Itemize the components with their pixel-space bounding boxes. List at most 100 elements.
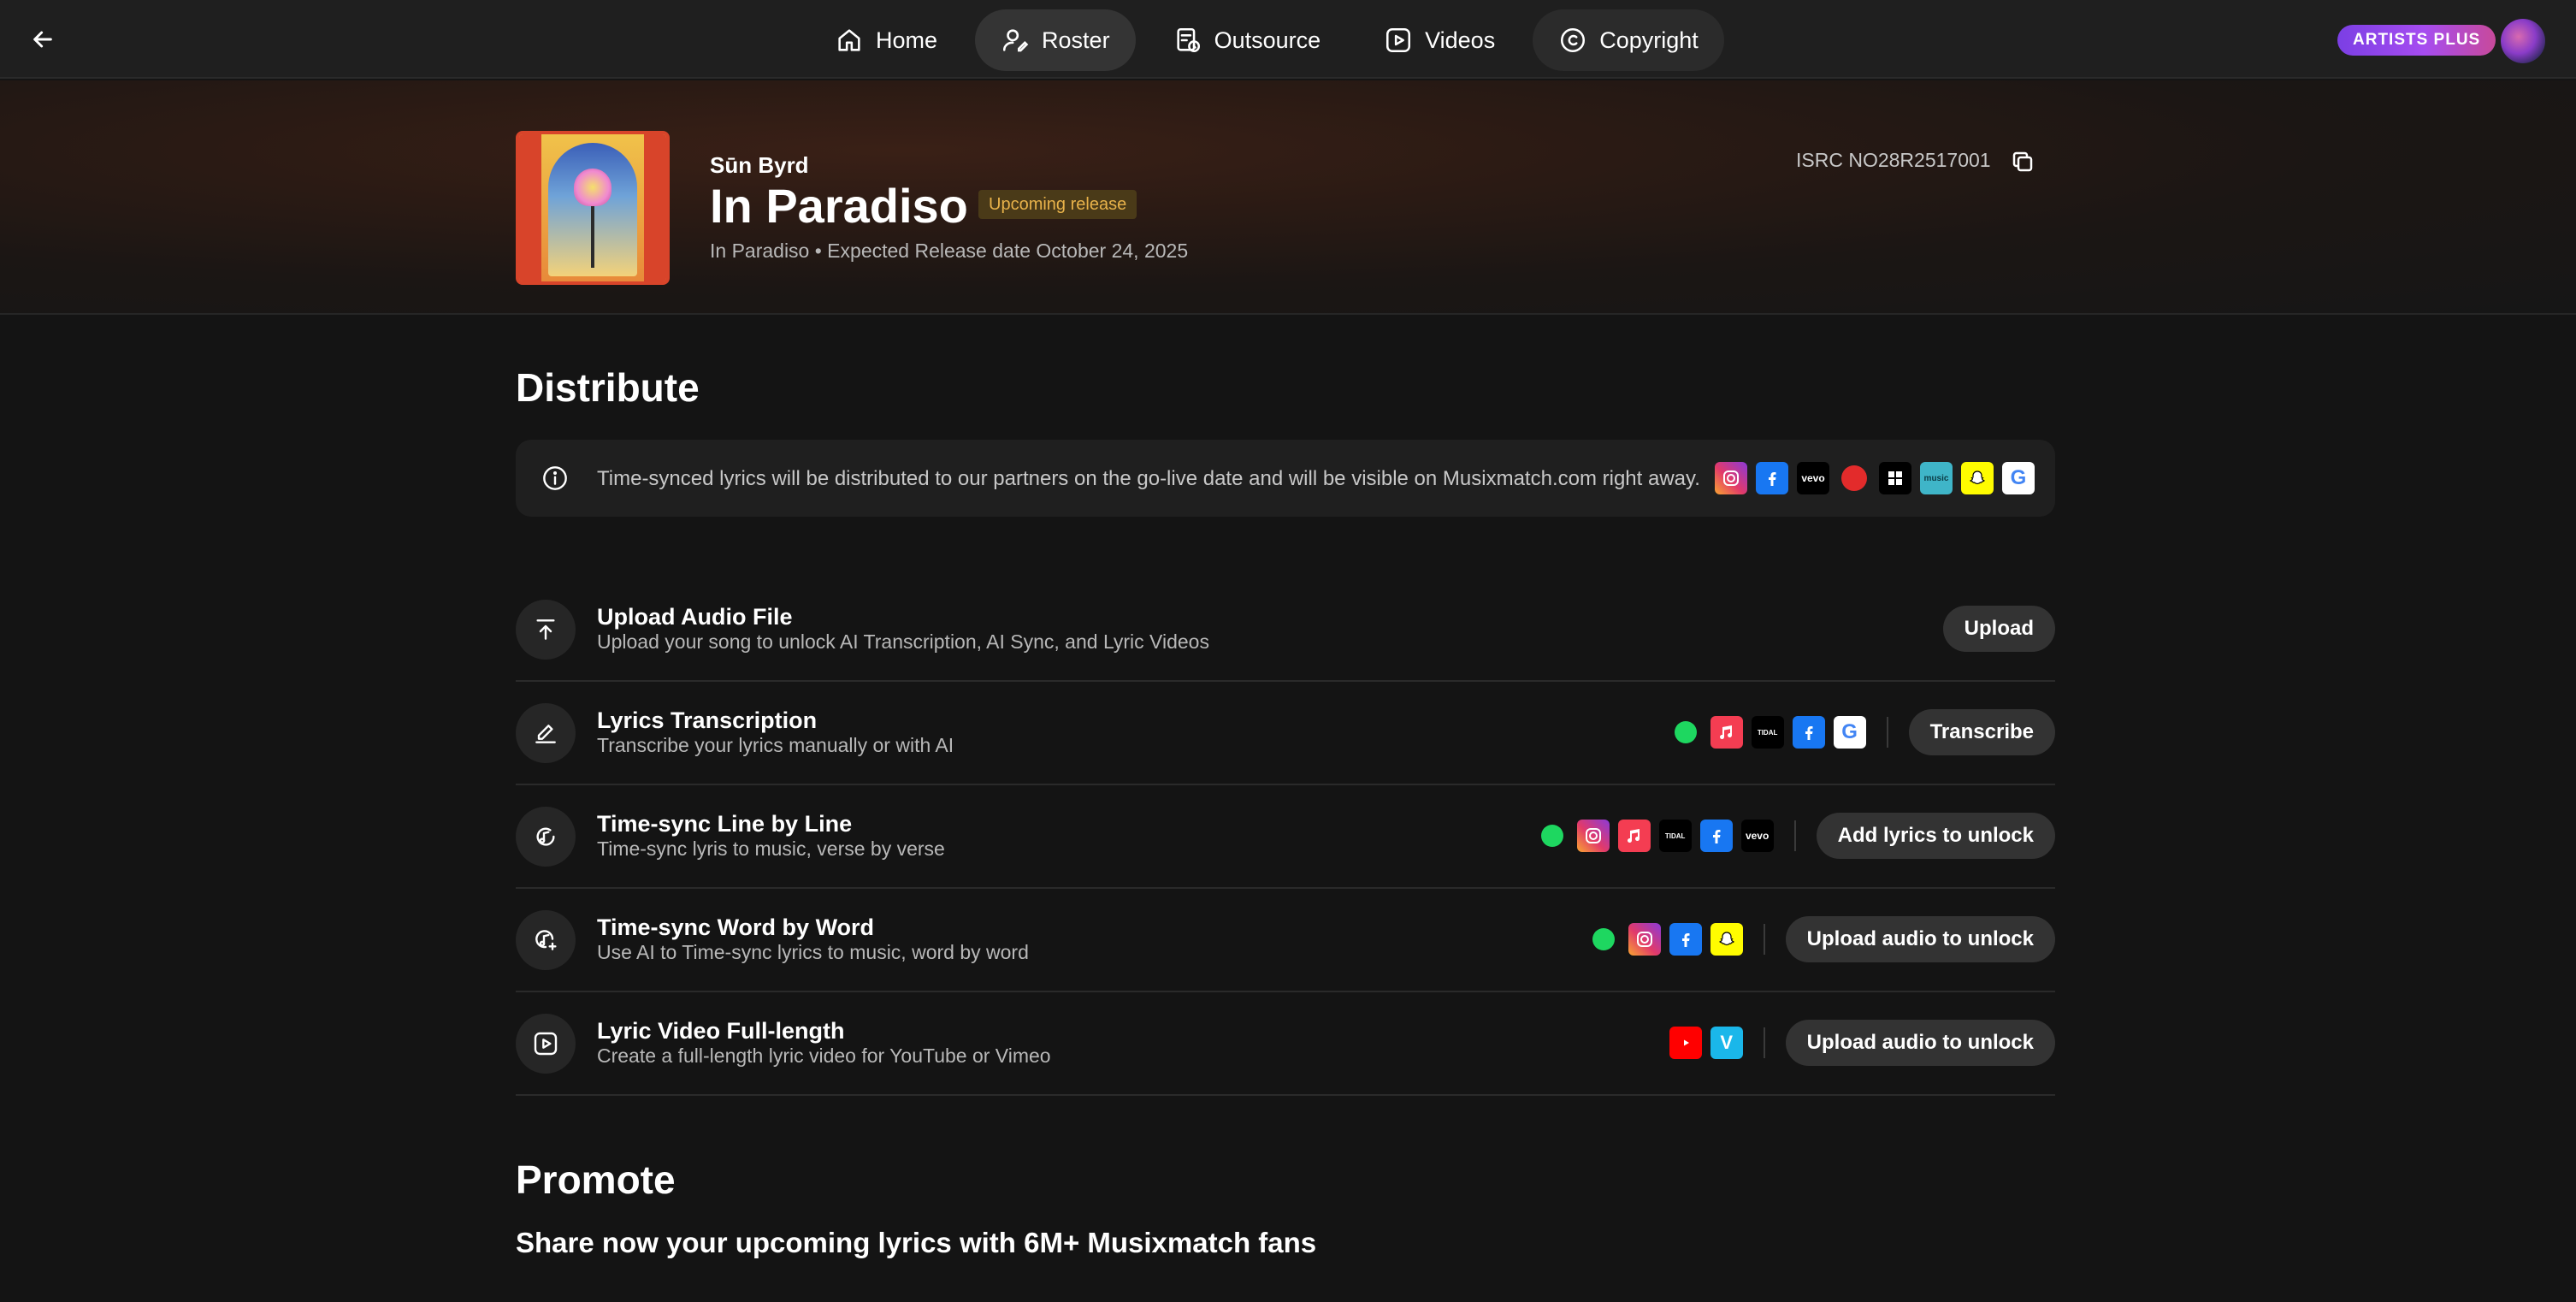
- release-meta: In Paradiso • Expected Release date Octo…: [710, 240, 1189, 262]
- tab-outsource-label: Outsource: [1214, 27, 1321, 53]
- row-actions: Upload audio to unlock: [1587, 916, 2055, 962]
- add-lyrics-to-unlock-button[interactable]: Add lyrics to unlock: [1816, 813, 2055, 859]
- google-icon: G: [1833, 716, 1866, 749]
- user-edit-icon: [1003, 29, 1029, 52]
- transcribe-button[interactable]: Transcribe: [1908, 709, 2055, 755]
- facebook-icon: [1756, 462, 1788, 494]
- spotify-icon: [1536, 820, 1569, 852]
- tab-copyright-label: Copyright: [1599, 27, 1699, 53]
- track-header: Sūn Byrd In Paradiso Upcoming release In…: [0, 80, 2576, 315]
- avatar[interactable]: [2501, 19, 2545, 63]
- tab-home-label: Home: [876, 27, 938, 53]
- back-button[interactable]: [26, 22, 60, 56]
- divider: [1763, 924, 1765, 955]
- vimeo-icon: V: [1710, 1027, 1743, 1059]
- row-actions: TIDAL vevo Add lyrics to unlock: [1536, 813, 2055, 859]
- row-title: Time-sync Line by Line: [597, 811, 853, 837]
- row-subtitle: Transcribe your lyrics manually or with …: [597, 734, 954, 756]
- facebook-icon: [1792, 716, 1825, 749]
- tab-outsource[interactable]: Outsource: [1148, 9, 1347, 71]
- upload-audio-to-unlock-button[interactable]: Upload audio to unlock: [1785, 916, 2055, 962]
- video-play-icon: [534, 1032, 558, 1056]
- video-play-icon-wrapper: [516, 1014, 576, 1074]
- isrc-code: ISRC NO28R2517001: [1796, 149, 1991, 171]
- row-title: Upload Audio File: [597, 604, 793, 630]
- instagram-icon: [1576, 820, 1610, 852]
- upload-icon-wrapper: [516, 600, 576, 660]
- tidal-icon: TIDAL: [1751, 716, 1784, 749]
- list-item: Time-sync Line by Line Time-sync lyris t…: [516, 785, 2055, 889]
- row-title: Time-sync Word by Word: [597, 914, 875, 940]
- artists-plus-badge[interactable]: ARTISTS PLUS: [2337, 25, 2496, 56]
- document-clock-icon: [1176, 27, 1200, 53]
- spotify-icon: [1669, 716, 1702, 749]
- amazon-music-icon: music: [1920, 462, 1953, 494]
- tidal-icon: TIDAL: [1658, 820, 1692, 852]
- list-item: Lyric Video Full-length Create a full-le…: [516, 992, 2055, 1096]
- youtube-music-icon: [1838, 462, 1870, 494]
- tab-roster-label: Roster: [1042, 27, 1110, 53]
- upload-icon: [536, 619, 555, 640]
- cover-side-strip: [644, 134, 666, 281]
- tab-videos[interactable]: Videos: [1358, 9, 1521, 71]
- nav-tabs: Home Roster Outsource Videos Copyright: [809, 9, 1724, 71]
- music-sync-icon: [536, 827, 555, 846]
- distribution-info-banner: Time-synced lyrics will be distributed t…: [516, 440, 2055, 517]
- apple-music-icon: [1617, 820, 1651, 852]
- music-sync-icon-wrapper: [516, 807, 576, 867]
- row-title: Lyrics Transcription: [597, 707, 818, 733]
- row-subtitle: Time-sync lyris to music, verse by verse: [597, 837, 945, 860]
- status-badge: Upcoming release: [978, 190, 1137, 219]
- distribution-info-text: Time-synced lyrics will be distributed t…: [597, 467, 1700, 490]
- google-icon: G: [2002, 462, 2035, 494]
- tab-roster[interactable]: Roster: [975, 9, 1136, 71]
- upload-button[interactable]: Upload: [1942, 606, 2055, 652]
- apple-music-icon: [1710, 716, 1743, 749]
- pen-icon-wrapper: [516, 703, 576, 763]
- snapchat-icon: [1710, 923, 1743, 956]
- promote-heading: Promote: [516, 1157, 676, 1202]
- row-subtitle: Use AI to Time-sync lyrics to music, wor…: [597, 941, 1029, 963]
- top-navigation: Home Roster Outsource Videos Copyright A…: [0, 0, 2576, 79]
- instagram-icon: [1628, 923, 1661, 956]
- tab-copyright[interactable]: Copyright: [1533, 9, 1724, 71]
- divider: [1886, 717, 1888, 748]
- album-cover: [516, 131, 670, 285]
- copyright-icon: [1561, 27, 1586, 53]
- facebook-icon: [1699, 820, 1733, 852]
- track-title: In Paradiso: [710, 179, 968, 233]
- upload-audio-to-unlock-button[interactable]: Upload audio to unlock: [1785, 1020, 2055, 1066]
- list-item: Time-sync Word by Word Use AI to Time-sy…: [516, 889, 2055, 992]
- tab-home[interactable]: Home: [809, 9, 963, 71]
- row-title: Lyric Video Full-length: [597, 1018, 845, 1044]
- vevo-icon: vevo: [1797, 462, 1829, 494]
- youtube-icon: [1669, 1027, 1702, 1059]
- tab-videos-label: Videos: [1425, 27, 1496, 53]
- spotify-icon: [1587, 923, 1620, 956]
- pen-icon: [535, 725, 556, 743]
- row-actions: Upload: [1942, 606, 2055, 652]
- divider: [1793, 820, 1796, 851]
- distribution-steps: Upload Audio File Upload your song to un…: [516, 578, 2055, 1096]
- cover-flower: [574, 169, 612, 206]
- arrow-left-icon: [33, 31, 52, 48]
- copy-icon: [2012, 151, 2033, 172]
- video-play-icon: [1386, 27, 1411, 53]
- copy-isrc-button[interactable]: [2010, 149, 2035, 175]
- music-ai-icon-wrapper: [516, 910, 576, 970]
- cover-stem: [591, 206, 594, 268]
- artist-name[interactable]: Sūn Byrd: [710, 152, 809, 179]
- cover-side-strip: [519, 134, 541, 281]
- promote-subtitle: Share now your upcoming lyrics with 6M+ …: [516, 1227, 1317, 1258]
- vevo-icon: vevo: [1740, 820, 1774, 852]
- row-subtitle: Create a full-length lyric video for You…: [597, 1045, 1051, 1067]
- divider: [1763, 1027, 1765, 1058]
- instagram-icon: [1715, 462, 1747, 494]
- list-item: Upload Audio File Upload your song to un…: [516, 578, 2055, 682]
- music-ai-icon: [535, 930, 557, 950]
- row-actions: V Upload audio to unlock: [1669, 1020, 2055, 1066]
- facebook-icon: [1669, 923, 1702, 956]
- partner-logos: vevo music G: [1715, 462, 2035, 494]
- home-icon: [838, 29, 860, 51]
- list-item: Lyrics Transcription Transcribe your lyr…: [516, 682, 2055, 785]
